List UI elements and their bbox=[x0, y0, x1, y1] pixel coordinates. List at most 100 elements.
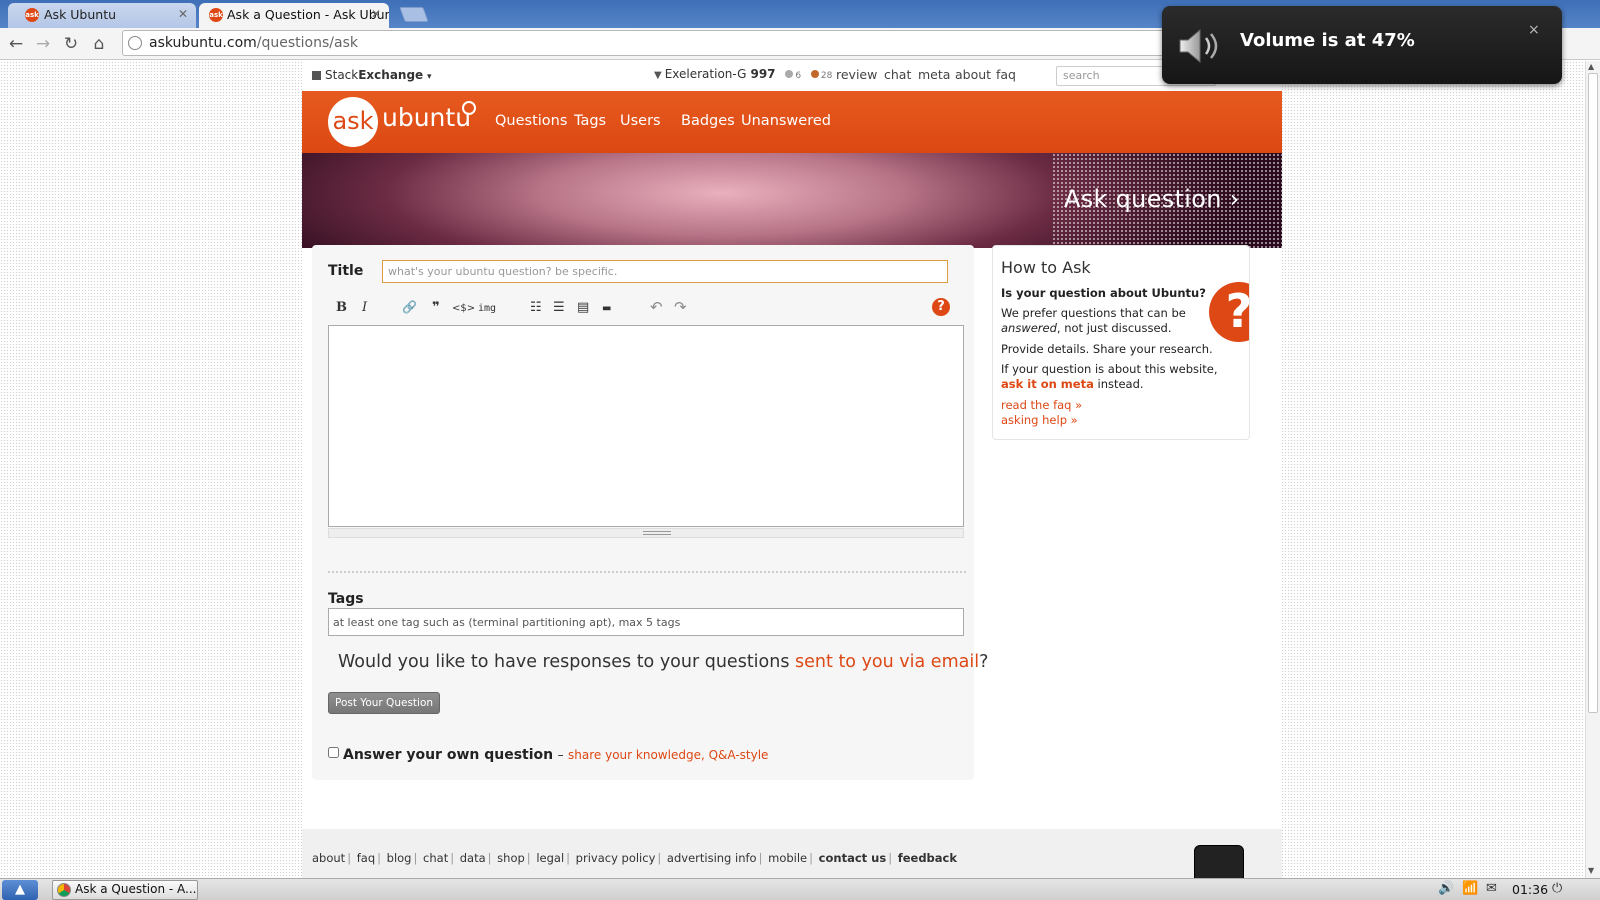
stackexchange-menu[interactable]: StackExchange ▾ bbox=[312, 68, 432, 82]
wifi-tray-icon[interactable]: 📶 bbox=[1462, 881, 1478, 896]
bulleted-list-icon[interactable]: ☰ bbox=[553, 300, 565, 318]
post-question-button[interactable]: Post Your Question bbox=[328, 692, 441, 714]
footer-link[interactable]: blog bbox=[387, 851, 412, 865]
footer-link[interactable]: shop bbox=[497, 851, 525, 865]
editor-help-icon[interactable]: ? bbox=[932, 298, 950, 316]
power-icon[interactable]: ⏻ bbox=[1552, 881, 1562, 896]
logo-wordmark[interactable]: ubuntu bbox=[382, 103, 471, 132]
code-button[interactable]: <$> bbox=[452, 303, 475, 321]
footer-link[interactable]: faq bbox=[357, 851, 375, 865]
answer-own-label[interactable]: Answer your own question bbox=[343, 747, 553, 763]
mail-tray-icon[interactable]: ✉ bbox=[1486, 881, 1497, 896]
footer-link[interactable]: about bbox=[312, 851, 345, 865]
horizontal-rule-icon[interactable]: ▬ bbox=[602, 303, 611, 321]
ask-question-form: Title B I 🔗 ❞ <$> img ☷ ☰ ▤ ▬ ↶ ↷ ? Tags… bbox=[312, 245, 988, 780]
link-icon[interactable]: 🔗 bbox=[402, 300, 417, 318]
contact-us-link[interactable]: contact us bbox=[819, 851, 887, 865]
ask-ubuntu-favicon-icon: ask bbox=[209, 8, 223, 22]
how-to-ask-paragraph-2: Provide details. Share your research. bbox=[1001, 342, 1213, 356]
dotted-divider bbox=[328, 571, 966, 573]
footer-links: about | faq | blog | chat | data | shop | lega… bbox=[312, 851, 958, 865]
chrome-icon bbox=[57, 883, 71, 897]
scrollbar-thumb[interactable] bbox=[1588, 73, 1598, 713]
question-body-editor[interactable] bbox=[328, 325, 964, 527]
answer-own-link[interactable]: share your knowledge, Q&A-style bbox=[568, 748, 768, 762]
how-to-ask-paragraph-3: If your question is about this website, a… bbox=[1001, 362, 1218, 391]
scroll-up-icon[interactable]: ▲ bbox=[1588, 62, 1594, 71]
nav-unanswered[interactable]: Unanswered bbox=[741, 113, 831, 129]
italic-button[interactable]: I bbox=[362, 300, 367, 318]
footer-link[interactable]: mobile bbox=[768, 851, 807, 865]
answer-own-checkbox[interactable] bbox=[328, 747, 339, 758]
footer-link[interactable]: privacy policy bbox=[576, 851, 656, 865]
blockquote-icon[interactable]: ❞ bbox=[432, 300, 440, 318]
ask-ubuntu-logo[interactable]: ask bbox=[328, 97, 378, 147]
browser-tab-ask-ubuntu[interactable]: ask Ask Ubuntu ✕ bbox=[8, 3, 196, 28]
faq-link[interactable]: faq bbox=[996, 67, 1016, 82]
footer-link[interactable]: legal bbox=[536, 851, 564, 865]
url-text: askubuntu.com/questions/ask bbox=[149, 35, 358, 51]
volume-tray-icon[interactable]: 🔊 bbox=[1438, 881, 1454, 896]
hero-banner: Ask question › bbox=[302, 153, 1282, 248]
redo-icon[interactable]: ↷ bbox=[674, 298, 687, 316]
username[interactable]: Exeleration-G bbox=[665, 67, 747, 81]
image-button[interactable]: img bbox=[478, 303, 496, 321]
question-mark-icon: ? bbox=[1209, 282, 1249, 342]
address-bar[interactable]: askubuntu.com/questions/ask bbox=[122, 30, 1200, 56]
review-link[interactable]: review bbox=[836, 67, 877, 82]
undo-icon[interactable]: ↶ bbox=[650, 298, 663, 316]
ask-ubuntu-favicon-icon: ask bbox=[25, 8, 39, 22]
close-icon[interactable]: × bbox=[1528, 22, 1540, 38]
nav-users[interactable]: Users bbox=[620, 113, 661, 129]
footer-link[interactable]: advertising info bbox=[667, 851, 757, 865]
email-prompt-text: Would you like to have responses to your… bbox=[338, 652, 790, 672]
ask-on-meta-link[interactable]: ask it on meta bbox=[1001, 377, 1094, 391]
forward-arrow-icon[interactable]: → bbox=[32, 33, 54, 55]
how-to-ask-question: Is your question about Ubuntu? bbox=[1001, 286, 1206, 300]
title-input[interactable] bbox=[382, 260, 948, 283]
bold-button[interactable]: B bbox=[336, 300, 347, 318]
how-to-ask-sidebar: How to Ask Is your question about Ubuntu… bbox=[992, 245, 1250, 440]
about-link[interactable]: about bbox=[955, 67, 991, 82]
meta-link[interactable]: meta bbox=[918, 67, 950, 82]
scroll-down-icon[interactable]: ▼ bbox=[1588, 866, 1594, 875]
user-info[interactable]: ▼ Exeleration-G 997 6 28 bbox=[654, 67, 832, 81]
clock[interactable]: 01:36 bbox=[1512, 882, 1548, 897]
footer-link[interactable]: data bbox=[460, 851, 486, 865]
read-faq-link[interactable]: read the faq » bbox=[1001, 398, 1082, 412]
feedback-link[interactable]: feedback bbox=[898, 851, 957, 865]
chat-link[interactable]: chat bbox=[884, 67, 911, 82]
grip-lines-icon bbox=[643, 531, 671, 535]
bronze-badge-icon bbox=[810, 70, 819, 78]
volume-text: Volume is at 47% bbox=[1240, 30, 1415, 51]
page-scrollbar[interactable]: ▲ ▼ bbox=[1585, 61, 1600, 878]
start-menu-button[interactable]: ▲ bbox=[2, 880, 38, 900]
back-arrow-icon[interactable]: ← bbox=[5, 33, 27, 55]
silver-badges: 6 bbox=[785, 70, 801, 81]
asking-help-link[interactable]: asking help » bbox=[1001, 413, 1078, 427]
footer-link[interactable]: chat bbox=[423, 851, 448, 865]
home-icon[interactable]: ⌂ bbox=[88, 33, 110, 55]
email-notification-prompt: Would you like to have responses to your… bbox=[338, 652, 988, 672]
tab-close-icon[interactable]: ✕ bbox=[178, 7, 188, 21]
heading-icon[interactable]: ▤ bbox=[577, 300, 589, 318]
nav-badges[interactable]: Badges bbox=[681, 113, 735, 129]
email-signup-link[interactable]: sent to you via email bbox=[795, 652, 979, 672]
page-title: Ask question › bbox=[1064, 185, 1240, 213]
new-tab-button[interactable] bbox=[399, 7, 429, 22]
volume-notification: Volume is at 47% × bbox=[1162, 6, 1562, 84]
chevron-down-icon: ▾ bbox=[427, 72, 432, 82]
how-to-ask-title: How to Ask bbox=[1001, 258, 1091, 277]
nav-questions[interactable]: Questions bbox=[495, 113, 567, 129]
tags-label: Tags bbox=[328, 591, 364, 607]
taskbar-window-button[interactable]: Ask a Question - A... bbox=[52, 880, 198, 900]
tab-close-icon[interactable]: ✕ bbox=[371, 7, 381, 21]
nav-tags[interactable]: Tags bbox=[574, 113, 606, 129]
footer-badge-image[interactable] bbox=[1194, 845, 1244, 878]
browser-tab-ask-question[interactable]: ask Ask a Question - Ask Ubun ✕ bbox=[199, 3, 389, 28]
tags-input[interactable] bbox=[328, 608, 964, 636]
editor-resize-grip[interactable] bbox=[328, 528, 964, 538]
ordered-list-icon[interactable]: ☷ bbox=[530, 300, 542, 318]
ubuntu-circle-icon bbox=[462, 101, 476, 115]
reload-icon[interactable]: ↻ bbox=[60, 33, 82, 55]
